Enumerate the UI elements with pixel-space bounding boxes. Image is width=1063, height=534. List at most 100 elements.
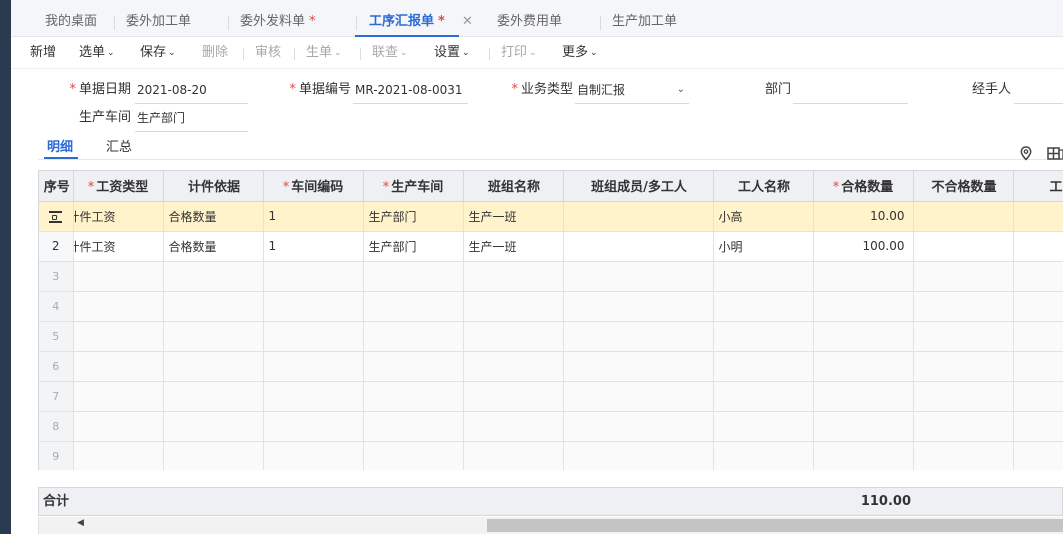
cell-basis[interactable]: 合格数量: [163, 231, 264, 262]
row-operation-icon[interactable]: [39, 201, 74, 232]
empty-cell[interactable]: [813, 411, 914, 442]
tab-outsource-cost[interactable]: 委外费用单: [497, 0, 562, 37]
empty-cell[interactable]: [463, 441, 564, 470]
cell-unqualified-qty[interactable]: [913, 231, 1014, 262]
table-row[interactable]: 计件工资 合格数量 1 生产部门 生产一班 小高 10.00: [39, 201, 1063, 232]
empty-cell[interactable]: [163, 351, 264, 382]
scrollbar-thumb[interactable]: [487, 519, 1063, 532]
empty-cell[interactable]: [563, 261, 714, 292]
empty-cell[interactable]: [363, 441, 464, 470]
empty-cell[interactable]: [563, 441, 714, 470]
empty-cell[interactable]: [813, 381, 914, 412]
empty-cell[interactable]: [913, 381, 1014, 412]
department-field[interactable]: [793, 80, 908, 104]
empty-cell[interactable]: [1013, 381, 1063, 412]
empty-cell[interactable]: [263, 291, 364, 322]
save-button[interactable]: 保存 ⌄: [140, 37, 176, 69]
empty-cell[interactable]: [713, 351, 814, 382]
empty-cell[interactable]: [363, 381, 464, 412]
empty-cell[interactable]: [913, 351, 1014, 382]
audit-button[interactable]: 审核: [255, 37, 281, 69]
empty-cell[interactable]: [163, 381, 264, 412]
empty-cell[interactable]: [263, 441, 364, 470]
cell-extra[interactable]: [1013, 201, 1063, 232]
empty-cell[interactable]: [73, 291, 164, 322]
empty-cell[interactable]: [713, 261, 814, 292]
cell-wage-type[interactable]: 计件工资: [73, 201, 164, 232]
tab-outsource-process[interactable]: 委外加工单: [126, 0, 191, 37]
empty-cell[interactable]: [1013, 321, 1063, 352]
scroll-left-icon[interactable]: ◀: [77, 518, 84, 528]
column-header[interactable]: 班组成员/多工人: [563, 171, 714, 202]
table-row[interactable]: 7: [39, 381, 1063, 412]
empty-cell[interactable]: [913, 321, 1014, 352]
cell-workshop-code[interactable]: 1: [263, 201, 364, 232]
location-pin-icon[interactable]: [1020, 146, 1032, 165]
more-button[interactable]: 更多 ⌄: [562, 37, 598, 69]
cell-team[interactable]: 生产一班: [463, 201, 564, 232]
empty-cell[interactable]: [1013, 441, 1063, 470]
new-button[interactable]: 新增: [30, 37, 56, 69]
tab-my-desktop[interactable]: 我的桌面: [45, 0, 97, 37]
column-header[interactable]: * 车间编码: [263, 171, 364, 202]
column-header[interactable]: 工: [1013, 171, 1063, 202]
cell-members[interactable]: [563, 231, 714, 262]
empty-cell[interactable]: [363, 261, 464, 292]
cell-members[interactable]: [563, 201, 714, 232]
empty-cell[interactable]: [463, 411, 564, 442]
select-bill-button[interactable]: 选单 ⌄: [79, 37, 115, 69]
empty-cell[interactable]: [363, 321, 464, 352]
horizontal-scrollbar[interactable]: ◀: [38, 517, 1063, 534]
cell-worker[interactable]: 小明: [713, 231, 814, 262]
cell-basis[interactable]: 合格数量: [163, 201, 264, 232]
empty-cell[interactable]: [463, 261, 564, 292]
table-row[interactable]: 9: [39, 441, 1063, 470]
generate-bill-button[interactable]: 生单 ⌄: [306, 37, 342, 69]
column-header[interactable]: 工人名称: [713, 171, 814, 202]
empty-cell[interactable]: [813, 291, 914, 322]
tab-production-order[interactable]: 生产加工单: [612, 0, 677, 37]
empty-cell[interactable]: [73, 261, 164, 292]
tab-outsource-material[interactable]: 委外发料单 *: [240, 0, 316, 37]
empty-cell[interactable]: [263, 351, 364, 382]
table-row[interactable]: 6: [39, 351, 1063, 382]
layout-icon[interactable]: [1047, 146, 1063, 165]
empty-cell[interactable]: [563, 291, 714, 322]
empty-cell[interactable]: [463, 381, 564, 412]
print-button[interactable]: 打印 ⌄: [501, 37, 537, 69]
empty-cell[interactable]: [263, 321, 364, 352]
empty-cell[interactable]: [363, 411, 464, 442]
empty-cell[interactable]: [73, 351, 164, 382]
empty-cell[interactable]: [563, 351, 714, 382]
empty-cell[interactable]: [163, 441, 264, 470]
empty-cell[interactable]: [463, 321, 564, 352]
column-header[interactable]: 不合格数量: [913, 171, 1014, 202]
empty-cell[interactable]: [463, 351, 564, 382]
link-query-button[interactable]: 联查 ⌄: [372, 37, 408, 69]
column-header[interactable]: 班组名称: [463, 171, 564, 202]
empty-cell[interactable]: [913, 261, 1014, 292]
cell-unqualified-qty[interactable]: [913, 201, 1014, 232]
business-type-select[interactable]: 自制汇报 ⌄: [575, 80, 689, 104]
delete-button[interactable]: 删除: [202, 37, 228, 69]
empty-cell[interactable]: [913, 291, 1014, 322]
settings-button[interactable]: 设置 ⌄: [434, 37, 470, 69]
column-header[interactable]: 序号: [39, 171, 74, 202]
empty-cell[interactable]: [1013, 411, 1063, 442]
table-row[interactable]: 5: [39, 321, 1063, 352]
empty-cell[interactable]: [813, 351, 914, 382]
empty-cell[interactable]: [73, 381, 164, 412]
table-row[interactable]: 2 计件工资 合格数量 1 生产部门 生产一班 小明 100.00: [39, 231, 1063, 262]
empty-cell[interactable]: [163, 261, 264, 292]
cell-qualified-qty[interactable]: 10.00: [813, 201, 914, 232]
empty-cell[interactable]: [1013, 261, 1063, 292]
empty-cell[interactable]: [73, 411, 164, 442]
table-row[interactable]: 3: [39, 261, 1063, 292]
table-row[interactable]: 4: [39, 291, 1063, 322]
empty-cell[interactable]: [1013, 351, 1063, 382]
tab-summary[interactable]: 汇总: [106, 139, 132, 159]
empty-cell[interactable]: [813, 261, 914, 292]
cell-workshop[interactable]: 生产部门: [363, 201, 464, 232]
empty-cell[interactable]: [913, 411, 1014, 442]
empty-cell[interactable]: [713, 441, 814, 470]
